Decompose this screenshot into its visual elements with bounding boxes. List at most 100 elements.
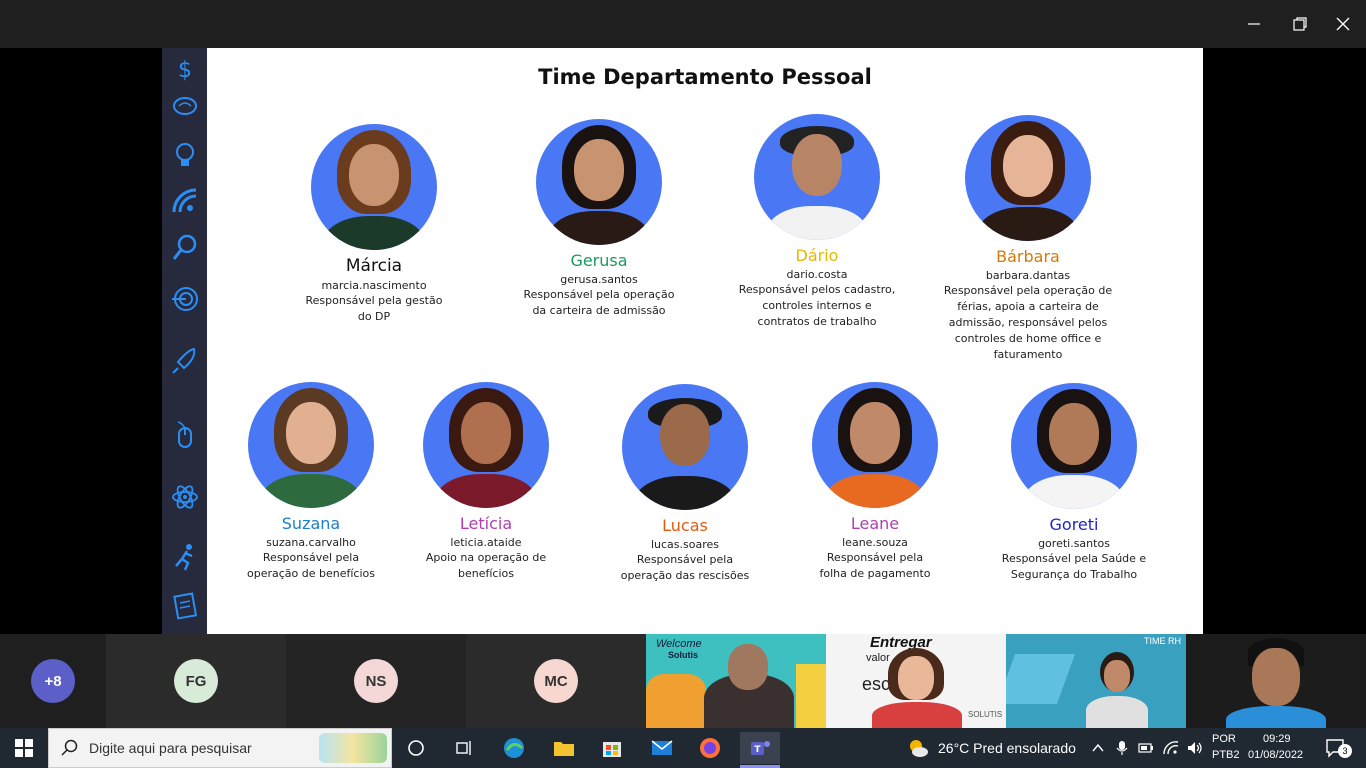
taskbar-search-box[interactable]: Digite aqui para pesquisar xyxy=(48,728,392,768)
member-name: Márcia xyxy=(345,256,403,276)
team-member-marcia: Márcia marcia.nascimento Responsável pel… xyxy=(274,124,474,324)
task-view-button[interactable] xyxy=(400,732,432,764)
rocket-icon xyxy=(168,344,202,378)
notifications-button[interactable]: 3 xyxy=(1318,732,1354,764)
search-icon xyxy=(61,739,78,756)
member-username: leane.souza xyxy=(842,536,908,549)
mail-icon xyxy=(651,740,673,755)
restore-button[interactable] xyxy=(1277,0,1323,48)
slide-decorative-sidebar: $ xyxy=(162,48,207,634)
volume-button[interactable] xyxy=(1184,732,1206,764)
clock-date[interactable]: 01/08/2022 xyxy=(1248,749,1303,761)
svg-text:$: $ xyxy=(178,58,192,83)
team-member-leticia: Letícia leticia.ataide Apoio na operação… xyxy=(386,382,586,581)
weather-widget-icon[interactable] xyxy=(902,732,934,764)
chevron-up-icon xyxy=(1092,743,1104,752)
notification-count-badge: 3 xyxy=(1338,744,1352,758)
wifi-icon xyxy=(1163,741,1179,755)
show-hidden-icons-button[interactable] xyxy=(1088,732,1108,764)
windows-logo-icon xyxy=(15,739,33,757)
microphone-button[interactable] xyxy=(1112,732,1132,764)
more-participants-tile[interactable]: +8 xyxy=(0,634,106,728)
clipboard-icon xyxy=(168,588,202,622)
member-role-line: Responsável pelos cadastro, xyxy=(738,283,896,296)
slide-title: Time Departamento Pessoal xyxy=(538,65,872,89)
keyboard-layout[interactable]: PTB2 xyxy=(1212,749,1240,761)
video-bg-shape xyxy=(1006,654,1076,704)
participant-video-4[interactable] xyxy=(1186,634,1366,728)
member-role-line: do DP xyxy=(357,310,391,323)
member-role-line: Segurança do Trabalho xyxy=(1010,568,1138,581)
member-username: lucas.soares xyxy=(650,538,720,551)
atom-icon xyxy=(168,480,202,514)
video-bg-text: valor xyxy=(866,652,890,664)
video-bg-text: SOLUTIS xyxy=(968,710,1003,719)
dollar-icon: $ xyxy=(168,52,202,86)
search-placeholder: Digite aqui para pesquisar xyxy=(89,740,252,756)
member-role-line: Responsável pela xyxy=(826,551,924,564)
member-name: Gerusa xyxy=(570,251,628,270)
minimize-button[interactable] xyxy=(1231,0,1277,48)
close-button[interactable] xyxy=(1320,0,1366,48)
teams-app-button[interactable]: T xyxy=(740,732,780,764)
member-role-line: Responsável pela Saúde e xyxy=(1001,552,1147,565)
team-member-goreti: Goreti goreti.santos Responsável pela Sa… xyxy=(974,383,1174,582)
start-button[interactable] xyxy=(8,732,40,764)
participant-tile-fg[interactable]: FG xyxy=(106,634,286,728)
video-bg-shape xyxy=(646,674,706,728)
video-bg-text: Welcome xyxy=(656,638,702,650)
network-button[interactable] xyxy=(1160,732,1182,764)
store-app-button[interactable] xyxy=(596,732,628,764)
mail-app-button[interactable] xyxy=(646,732,678,764)
member-username: gerusa.santos xyxy=(560,273,638,286)
team-member-leane: Leane leane.souza Responsável pela folha… xyxy=(775,382,975,581)
member-name: Letícia xyxy=(459,514,513,533)
minimize-icon xyxy=(1248,23,1260,25)
folder-icon xyxy=(554,742,574,756)
member-role-line: controles de home office e xyxy=(954,332,1102,345)
participant-tile-mc[interactable]: MC xyxy=(466,634,646,728)
task-view-icon xyxy=(456,741,471,755)
avatar xyxy=(248,382,374,508)
partly-sunny-icon xyxy=(910,740,928,757)
file-explorer-button[interactable] xyxy=(548,732,580,764)
more-participants-badge[interactable]: +8 xyxy=(31,659,75,703)
task-view-button-2[interactable] xyxy=(448,732,480,764)
restore-icon xyxy=(1293,17,1307,31)
firefox-app-button[interactable] xyxy=(694,732,726,764)
member-name: Lucas xyxy=(662,516,708,535)
video-bg-text: TIME RH xyxy=(1144,636,1181,646)
participant-video-2[interactable]: Entregar valor esc SOLUTIS xyxy=(826,634,1006,728)
participant-video-3[interactable]: TIME RH xyxy=(1006,634,1186,728)
member-role-line: faturamento xyxy=(993,348,1063,361)
member-username: dario.costa xyxy=(786,268,848,281)
person-silhouette xyxy=(1086,696,1148,728)
edge-app-button[interactable] xyxy=(498,732,530,764)
avatar xyxy=(965,115,1091,241)
person-face xyxy=(1252,648,1300,706)
brain-icon xyxy=(168,90,202,124)
svg-text:T: T xyxy=(754,745,761,755)
weather-text[interactable]: 26°C Pred ensolarado xyxy=(938,740,1076,756)
video-bg-text: esc xyxy=(862,674,891,694)
video-bg-shape xyxy=(796,664,826,728)
avatar xyxy=(622,384,748,510)
participant-initials: NS xyxy=(354,659,398,703)
participant-video-1[interactable]: Welcome Solutis xyxy=(646,634,826,728)
clock-time[interactable]: 09:29 xyxy=(1263,733,1291,745)
participant-tile-ns[interactable]: NS xyxy=(286,634,466,728)
avatar xyxy=(311,124,437,250)
window-title-bar xyxy=(0,0,1366,48)
firefox-icon xyxy=(700,738,720,758)
speaker-icon xyxy=(1188,742,1202,754)
mouse-icon xyxy=(168,418,202,452)
member-name: Dário xyxy=(795,246,839,265)
person-face xyxy=(898,656,934,700)
member-name: Bárbara xyxy=(996,247,1060,266)
battery-button[interactable] xyxy=(1136,732,1156,764)
person-face xyxy=(1104,660,1130,692)
member-role-line: Apoio na operação de xyxy=(425,551,547,564)
member-username: goreti.santos xyxy=(1038,537,1110,550)
avatar xyxy=(812,382,938,508)
input-language[interactable]: POR xyxy=(1212,733,1236,745)
